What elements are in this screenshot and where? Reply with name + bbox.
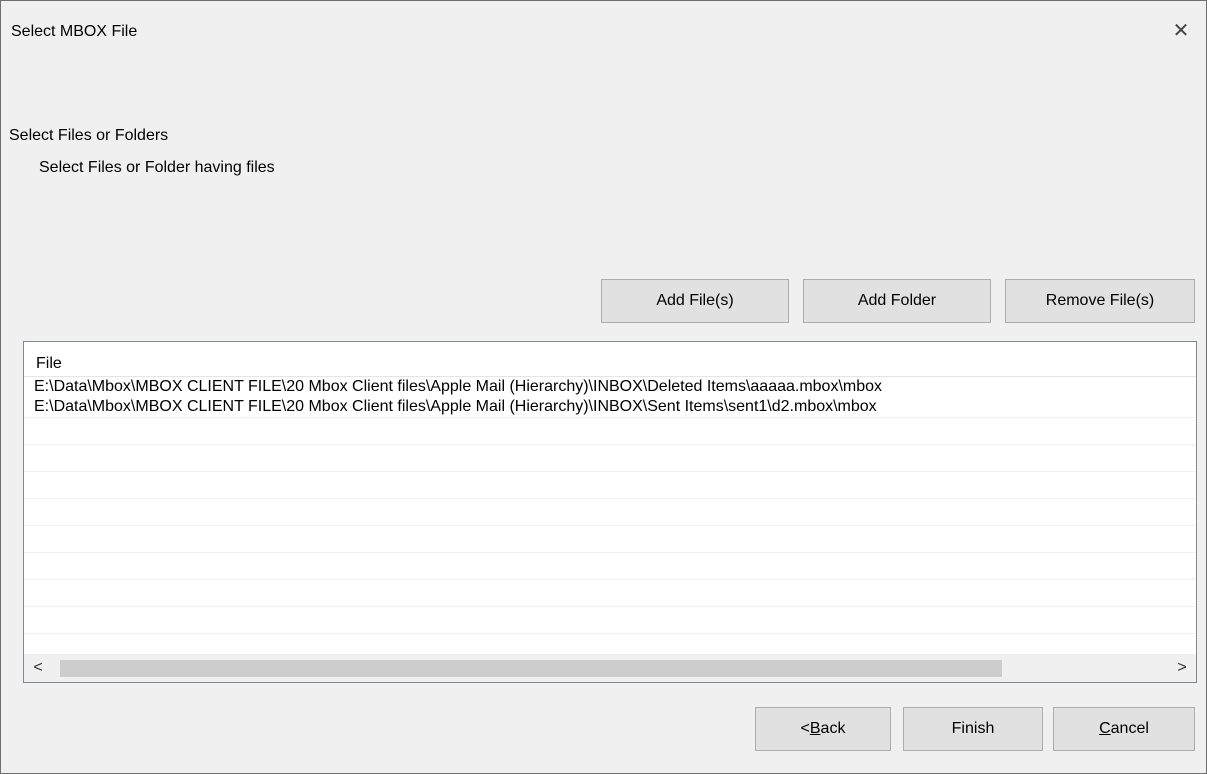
list-item[interactable]: E:\Data\Mbox\MBOX CLIENT FILE\20 Mbox Cl… [24,377,1196,397]
title-bar: Select MBOX File ✕ [1,1,1206,67]
list-grid-lines [24,417,1196,653]
chevron-right-icon[interactable]: > [1168,654,1196,682]
back-mnemonic: B [809,720,821,737]
grid-line [24,552,1196,553]
cancel-button[interactable]: Cancel [1053,707,1195,751]
chevron-left-icon[interactable]: < [24,654,52,682]
back-prefix: < [800,720,810,737]
grid-line [24,579,1196,580]
cancel-mnemonic: C [1099,720,1111,737]
dialog-window: Select MBOX File ✕ Select Files or Folde… [0,0,1207,774]
add-files-button[interactable]: Add File(s) [601,279,789,323]
window-title: Select MBOX File [11,23,138,40]
list-item[interactable]: E:\Data\Mbox\MBOX CLIENT FILE\20 Mbox Cl… [24,397,1196,417]
grid-line [24,633,1196,634]
file-list-view[interactable]: File E:\Data\Mbox\MBOX CLIENT FILE\20 Mb… [23,341,1197,683]
back-rest: ack [820,720,846,737]
horizontal-scrollbar[interactable]: < > [24,654,1196,682]
page-subheading: Select Files or Folder having files [39,159,275,176]
grid-line [24,444,1196,445]
scrollbar-thumb[interactable] [60,660,1002,677]
grid-line [24,471,1196,472]
grid-line [24,417,1196,418]
grid-line [24,606,1196,607]
finish-button[interactable]: Finish [903,707,1043,751]
remove-files-button[interactable]: Remove File(s) [1005,279,1195,323]
cancel-rest: ancel [1110,720,1149,737]
list-rows: E:\Data\Mbox\MBOX CLIENT FILE\20 Mbox Cl… [24,377,1196,417]
add-folder-button[interactable]: Add Folder [803,279,991,323]
page-heading: Select Files or Folders [9,127,169,144]
list-header: File [24,342,1196,377]
grid-line [24,525,1196,526]
close-icon[interactable]: ✕ [1170,20,1192,42]
grid-line [24,498,1196,499]
back-button[interactable]: <Back [755,707,891,751]
column-header-file[interactable]: File [36,355,62,373]
